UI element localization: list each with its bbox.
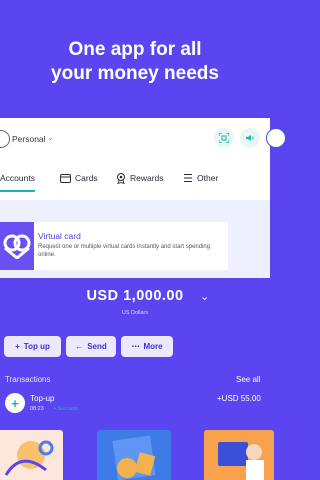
transaction-amount: +USD 55.00 — [217, 394, 261, 403]
top-actions — [214, 128, 286, 148]
see-all-link[interactable]: See all — [236, 375, 260, 384]
send-button[interactable]: ← Send — [66, 336, 116, 357]
menu-icon — [184, 174, 192, 182]
tab-label: Rewards — [130, 173, 164, 183]
transaction-time: 08:23 — [30, 406, 44, 412]
avatar[interactable] — [0, 130, 10, 148]
headline-line-2: your money needs — [51, 63, 219, 84]
help-icon[interactable] — [266, 128, 286, 148]
tab-label: Cards — [75, 173, 98, 183]
tab-other[interactable]: Other — [183, 166, 218, 190]
tab-label: Accounts — [0, 173, 35, 183]
send-label: Send — [87, 342, 107, 351]
account-panel: Personal ⌄ Accounts Cards Rewards Other — [0, 118, 286, 200]
promo-card-2[interactable] — [97, 430, 171, 480]
currency-chevron-icon[interactable]: ⌄ — [200, 290, 209, 303]
scan-icon[interactable] — [214, 128, 234, 148]
promo-card-1[interactable] — [0, 430, 63, 480]
headline: One app for all your money needs — [0, 38, 270, 86]
transaction-status: • Success — [54, 406, 79, 412]
promo-card-3[interactable] — [204, 430, 274, 480]
arrow-left-icon: ← — [75, 342, 84, 351]
tab-rewards[interactable]: Rewards — [116, 166, 164, 190]
dots-icon: ⋯ — [131, 342, 140, 351]
top-up-label: Top up — [23, 342, 50, 351]
card-icon — [60, 173, 71, 183]
plus-icon: + — [5, 393, 25, 413]
chevron-down-icon[interactable]: ⌄ — [47, 133, 54, 142]
transactions-header: Transactions — [5, 375, 51, 384]
top-up-button[interactable]: + Top up — [4, 336, 61, 357]
tab-label: Other — [197, 173, 219, 183]
account-name[interactable]: Personal — [12, 134, 46, 144]
more-label: More — [143, 342, 163, 351]
virtual-card-title: Virtual card — [38, 231, 81, 241]
balance-currency-name: US Dollars — [121, 310, 149, 316]
account-switcher-row: Personal ⌄ — [0, 128, 286, 152]
transaction-title[interactable]: Top-up — [30, 394, 54, 403]
tab-bar: Accounts Cards Rewards Other — [0, 166, 270, 192]
virtual-card-description: Request one or multiple virtual cards in… — [38, 244, 211, 258]
virtual-card-icon — [0, 222, 34, 270]
plus-icon: + — [15, 342, 20, 351]
more-button[interactable]: ⋯ More — [121, 336, 173, 357]
headline-line-1: One app for all — [68, 39, 202, 60]
tab-accounts[interactable]: Accounts — [0, 166, 35, 192]
tab-cards[interactable]: Cards — [60, 166, 98, 190]
balance-amount: USD 1,000.00 — [86, 288, 184, 304]
sound-icon[interactable] — [240, 128, 260, 148]
virtual-card-banner[interactable]: Virtual card Request one or multiple vir… — [0, 222, 228, 270]
rewards-icon — [117, 172, 125, 184]
